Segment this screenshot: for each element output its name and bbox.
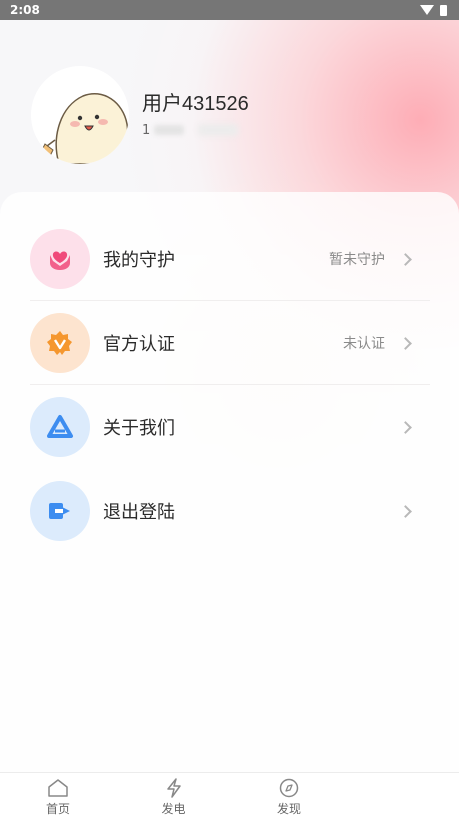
user-id: 1 (142, 120, 239, 140)
menu-item-verification[interactable]: 官方认证 未认证 (30, 312, 430, 374)
home-icon (48, 779, 68, 797)
triangle-logo-icon (30, 397, 90, 457)
avatar-cartoon-icon (31, 66, 129, 164)
logout-icon (30, 481, 90, 541)
menu-item-guard[interactable]: 我的守护 暂未守护 (30, 228, 430, 290)
menu-label: 我的守护 (103, 250, 175, 271)
avatar[interactable] (31, 66, 129, 164)
nav-discover[interactable]: 发现 (259, 773, 319, 817)
menu-label: 关于我们 (103, 418, 175, 439)
battery-icon (440, 4, 447, 16)
nav-home[interactable]: 首页 (28, 773, 88, 817)
menu-label: 官方认证 (103, 334, 175, 355)
wifi-icon (420, 5, 434, 15)
nav-charge[interactable]: 发电 (144, 773, 204, 817)
chevron-right-icon (399, 420, 412, 434)
user-id-mask (198, 124, 239, 136)
status-icons (420, 4, 447, 16)
compass-icon (279, 778, 299, 798)
user-id-text: 1 (142, 122, 151, 138)
username: 用户431526 (142, 93, 249, 115)
heart-hands-icon (30, 229, 90, 289)
chevron-right-icon (399, 336, 412, 350)
menu-label: 退出登陆 (103, 502, 175, 523)
bottom-nav: 首页 发电 发现 (0, 772, 459, 817)
chevron-right-icon (399, 252, 412, 266)
menu-item-logout[interactable]: 退出登陆 (30, 480, 430, 542)
verified-badge-icon (30, 313, 90, 373)
divider (30, 300, 430, 301)
chevron-right-icon (399, 504, 412, 518)
status-bar: 2:08 (0, 0, 459, 20)
menu-item-about[interactable]: 关于我们 (30, 396, 430, 458)
nav-label: 发电 (161, 802, 186, 816)
nav-label: 首页 (45, 802, 70, 816)
divider (30, 384, 430, 385)
lightning-icon (166, 778, 181, 798)
nav-label: 发现 (276, 802, 301, 816)
menu-status: 暂未守护 (329, 252, 385, 268)
user-id-mask (154, 125, 185, 135)
status-time: 2:08 (10, 3, 40, 17)
menu-status: 未认证 (343, 336, 385, 352)
